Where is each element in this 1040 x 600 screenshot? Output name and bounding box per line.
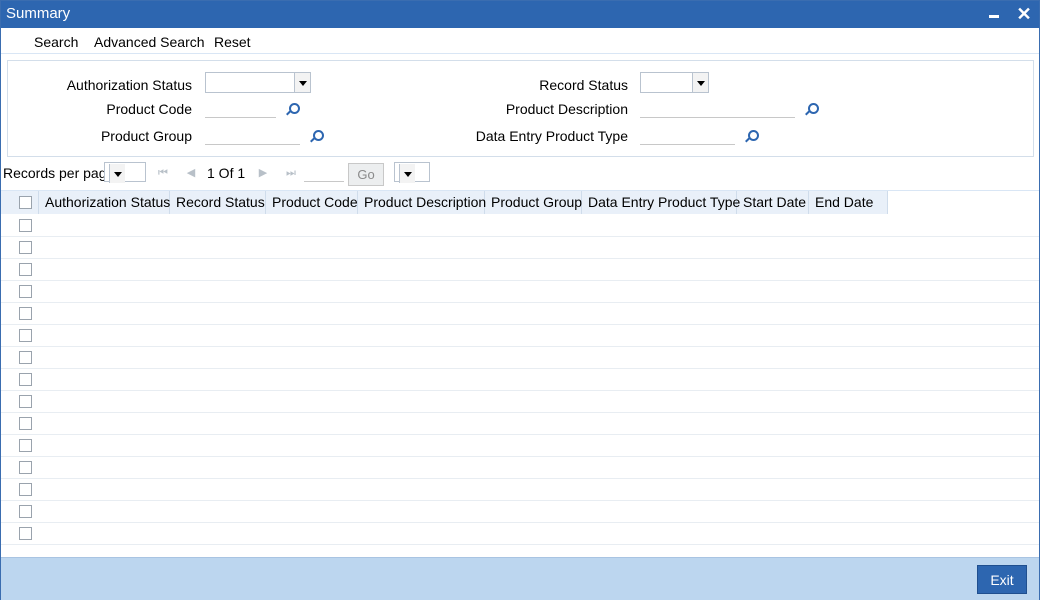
close-icon[interactable]: ✕ [1014, 4, 1034, 24]
product-code-input[interactable] [205, 98, 276, 118]
next-page-icon[interactable]: ▶ [257, 167, 269, 179]
page-info: 1 Of 1 [207, 165, 246, 181]
advanced-search-button[interactable]: Advanced Search [94, 34, 205, 50]
row-checkbox[interactable] [19, 219, 32, 232]
table-row[interactable] [1, 479, 1039, 501]
table-row[interactable] [1, 435, 1039, 457]
data-entry-product-type-input[interactable] [640, 125, 735, 145]
authorization-status-label: Authorization Status [66, 77, 192, 93]
product-group-label: Product Group [100, 128, 192, 144]
go-button[interactable]: Go [348, 163, 384, 186]
chevron-down-icon[interactable] [109, 164, 125, 183]
chevron-down-icon[interactable] [692, 73, 708, 92]
search-icon[interactable] [744, 129, 759, 143]
table-row[interactable] [1, 413, 1039, 435]
column-header[interactable]: Product Group [485, 191, 582, 214]
row-checkbox[interactable] [19, 527, 32, 540]
row-checkbox[interactable] [19, 461, 32, 474]
go-to-page-input[interactable] [304, 162, 344, 182]
search-icon[interactable] [309, 129, 324, 143]
first-page-icon[interactable]: ⏮ [157, 167, 169, 179]
row-checkbox[interactable] [19, 417, 32, 430]
table-row[interactable] [1, 259, 1039, 281]
toolbar: Search Advanced Search Reset [1, 28, 1039, 54]
footer-bar: Exit [1, 557, 1039, 600]
data-entry-product-type-label: Data Entry Product Type [475, 128, 628, 144]
column-header[interactable]: Authorization Status [39, 191, 170, 214]
table-row[interactable] [1, 237, 1039, 259]
search-icon[interactable] [804, 102, 819, 116]
row-checkbox[interactable] [19, 241, 32, 254]
column-header[interactable]: Product Description [358, 191, 486, 214]
page-select[interactable]: 0 [394, 162, 430, 183]
row-checkbox[interactable] [19, 285, 32, 298]
column-header[interactable]: End Date [809, 191, 888, 214]
records-per-page-label: Records per page [3, 165, 115, 181]
row-checkbox[interactable] [19, 351, 32, 364]
table-row[interactable] [1, 391, 1039, 413]
chevron-down-icon[interactable] [294, 73, 310, 92]
row-checkbox[interactable] [19, 439, 32, 452]
table-row[interactable] [1, 523, 1039, 545]
row-checkbox[interactable] [19, 329, 32, 342]
column-header[interactable]: Data Entry Product Type [582, 191, 740, 214]
product-description-input[interactable] [640, 98, 795, 118]
row-checkbox[interactable] [19, 373, 32, 386]
authorization-status-select[interactable] [205, 72, 311, 93]
pagination-bar: Records per page 15 ⏮ ◀ 1 Of 1 ▶ ⏭ Go 0 [1, 159, 1039, 189]
product-code-label: Product Code [106, 101, 192, 117]
table-row[interactable] [1, 281, 1039, 303]
table-row[interactable] [1, 303, 1039, 325]
row-checkbox[interactable] [19, 483, 32, 496]
summary-window: Summary ✕ Search Advanced Search Reset A… [0, 0, 1040, 600]
column-header[interactable]: Record Status [170, 191, 266, 214]
column-header[interactable]: Start Date [737, 191, 809, 214]
title-bar: Summary ✕ [1, 1, 1039, 28]
table-row[interactable] [1, 501, 1039, 523]
last-page-icon[interactable]: ⏭ [285, 167, 297, 179]
table-row[interactable] [1, 369, 1039, 391]
row-checkbox[interactable] [19, 307, 32, 320]
search-button[interactable]: Search [34, 34, 78, 50]
minimize-icon[interactable] [984, 4, 1004, 24]
exit-button[interactable]: Exit [977, 565, 1027, 594]
table-row[interactable] [1, 347, 1039, 369]
table-row[interactable] [1, 325, 1039, 347]
chevron-down-icon[interactable] [399, 164, 415, 183]
record-status-select[interactable] [640, 72, 709, 93]
row-checkbox[interactable] [19, 263, 32, 276]
results-grid: Authorization Status Record Status Produ… [1, 190, 1039, 545]
row-checkbox[interactable] [19, 395, 32, 408]
records-per-page-select[interactable]: 15 [104, 162, 146, 183]
table-row[interactable] [1, 215, 1039, 237]
search-icon[interactable] [285, 102, 300, 116]
product-group-input[interactable] [205, 125, 300, 145]
select-all-checkbox[interactable] [19, 196, 32, 209]
select-all-cell [1, 191, 39, 214]
row-checkbox[interactable] [19, 505, 32, 518]
product-description-label: Product Description [505, 101, 628, 117]
record-status-label: Record Status [539, 77, 628, 93]
table-row[interactable] [1, 457, 1039, 479]
search-criteria-panel: Authorization Status Record Status Produ… [7, 60, 1034, 157]
window-title: Summary [6, 5, 71, 22]
grid-header: Authorization Status Record Status Produ… [1, 191, 888, 214]
column-header[interactable]: Product Code [266, 191, 358, 214]
previous-page-icon[interactable]: ◀ [185, 167, 197, 179]
reset-button[interactable]: Reset [214, 34, 251, 50]
